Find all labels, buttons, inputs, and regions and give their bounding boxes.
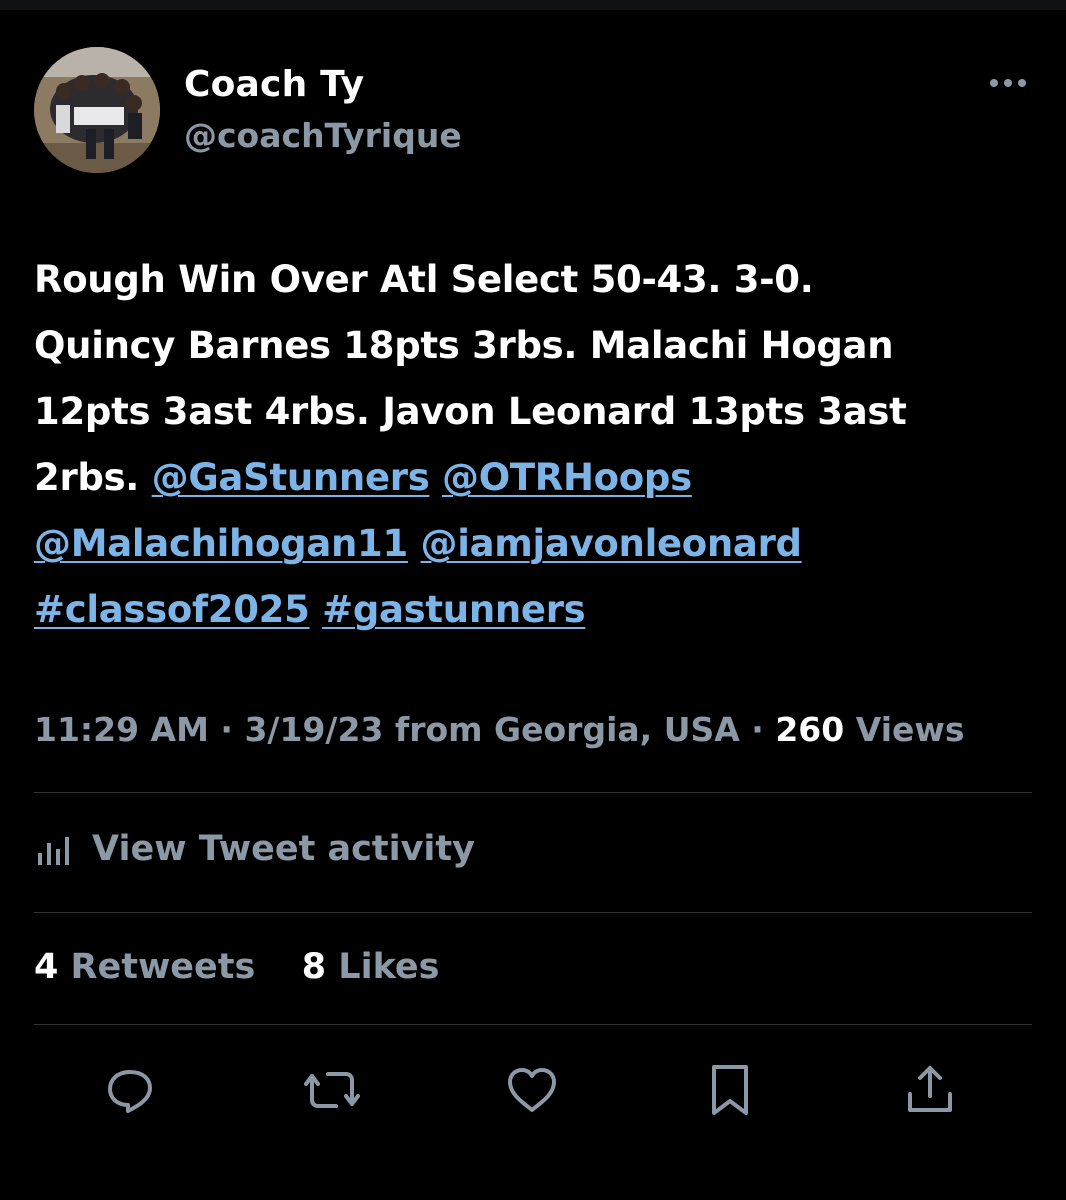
divider xyxy=(34,1024,1032,1025)
divider xyxy=(34,912,1032,913)
hashtag-link[interactable]: #classof2025 xyxy=(34,588,310,631)
tweet-text-line: Quincy Barnes 18pts 3rbs. Malachi Hogan xyxy=(34,324,894,367)
tweet-text-line: 12pts 3ast 4rbs. Javon Leonard 13pts 3as… xyxy=(34,390,907,433)
share-button[interactable] xyxy=(900,1060,960,1120)
mention-link[interactable]: @OTRHoops xyxy=(442,456,692,499)
meta-separator: · xyxy=(751,710,764,749)
mention-link[interactable]: @iamjavonleonard xyxy=(421,522,802,565)
retweet-button[interactable] xyxy=(302,1060,362,1120)
tweet-text: Rough Win Over Atl Select 50-43. 3-0. Qu… xyxy=(34,247,1034,643)
likes-stat[interactable]: 8 Likes xyxy=(302,947,440,987)
views-count: 260 xyxy=(775,710,845,749)
retweets-count: 4 xyxy=(34,947,59,987)
view-tweet-activity-label: View Tweet activity xyxy=(92,829,475,869)
tweet-detail: Coach Ty @coachTyrique Rough Win Over At… xyxy=(0,0,1066,1200)
retweet-icon xyxy=(304,1072,360,1108)
avatar[interactable] xyxy=(34,47,160,173)
engagement-stats: 4 Retweets 8 Likes xyxy=(34,947,439,987)
bookmark-button[interactable] xyxy=(700,1060,760,1120)
view-tweet-activity-button[interactable]: View Tweet activity xyxy=(34,824,475,874)
heart-icon xyxy=(508,1068,556,1112)
likes-count: 8 xyxy=(301,947,327,987)
retweets-stat[interactable]: 4 Retweets xyxy=(34,947,268,987)
mention-link[interactable]: @GaStunners xyxy=(152,456,430,499)
tweet-text-line: 2rbs. xyxy=(34,456,140,499)
divider xyxy=(34,792,1032,793)
tweet-date-location: 3/19/23 from Georgia, USA xyxy=(244,710,740,749)
tweet-text-line: Rough Win Over Atl Select 50-43. 3-0. xyxy=(34,258,814,301)
user-handle[interactable]: @coachTyrique xyxy=(184,116,462,155)
more-options-icon[interactable] xyxy=(984,68,1032,98)
likes-label: Likes xyxy=(338,947,440,987)
views-label: Views xyxy=(855,710,965,749)
reply-button[interactable] xyxy=(100,1060,160,1120)
like-button[interactable] xyxy=(502,1060,562,1120)
bar-chart-icon xyxy=(38,837,69,865)
mention-link[interactable]: @Malachihogan11 xyxy=(34,522,408,565)
tweet-meta: 11:29 AM · 3/19/23 from Georgia, USA · 2… xyxy=(34,710,965,749)
reply-icon xyxy=(108,1070,152,1113)
retweets-label: Retweets xyxy=(70,947,256,987)
display-name[interactable]: Coach Ty xyxy=(184,64,364,105)
share-icon xyxy=(908,1066,952,1112)
hashtag-link[interactable]: #gastunners xyxy=(322,588,586,631)
tweet-time[interactable]: 11:29 AM xyxy=(34,710,209,749)
bookmark-icon xyxy=(712,1065,748,1115)
meta-separator: · xyxy=(220,710,233,749)
